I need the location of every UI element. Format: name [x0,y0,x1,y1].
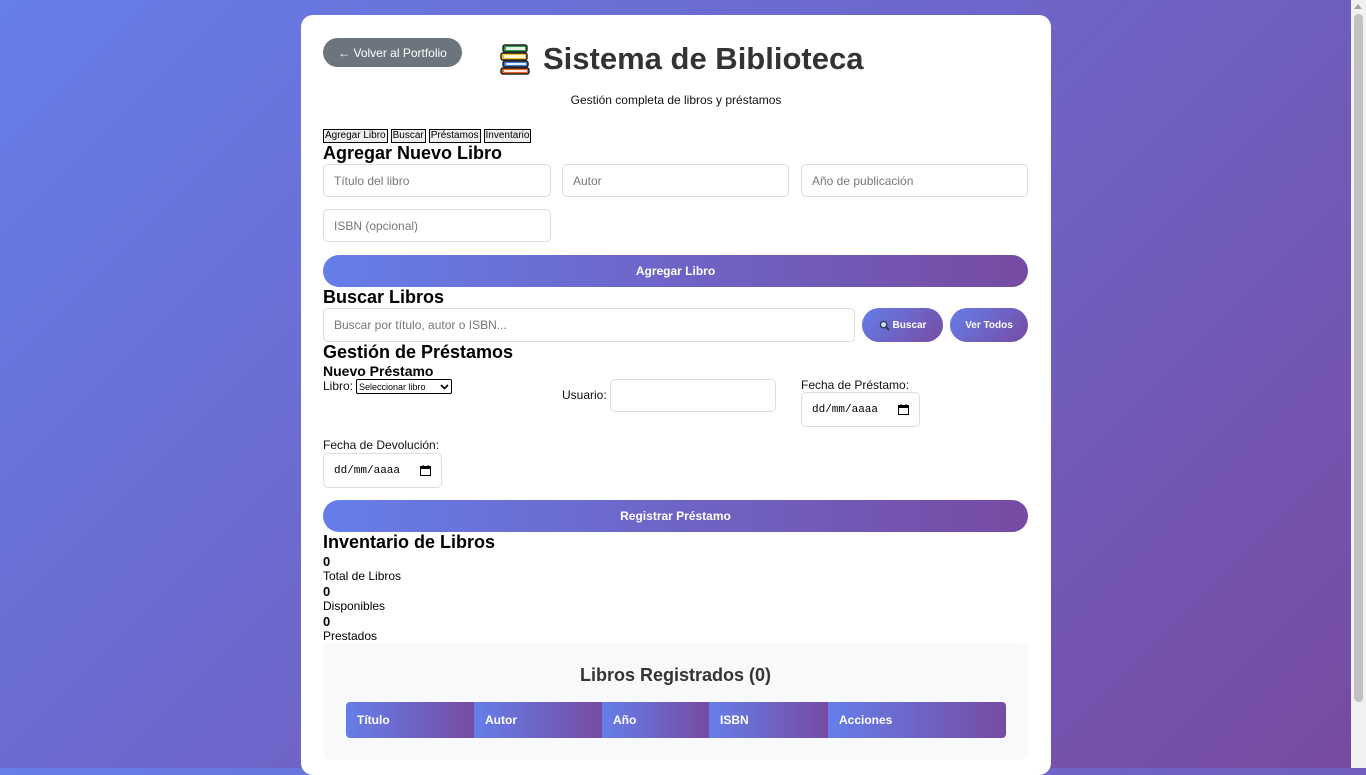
search-button-label: Buscar [892,319,927,331]
return-date-input[interactable]: dd/mm/aaaa [323,453,442,488]
book-year-input[interactable] [801,164,1028,197]
page-title: Sistema de Biblioteca [543,41,864,76]
loan-book-select[interactable]: Seleccionar libro [356,379,452,394]
tab-inventario[interactable]: Inventario [483,129,532,143]
loans-heading: Gestión de Préstamos [323,342,514,362]
add-book-button[interactable]: Agregar Libro [323,255,1028,287]
magnifier-icon [879,320,890,331]
return-date-value: dd/mm/aaaa [334,464,401,477]
total-books-label: Total de Libros [323,569,402,583]
section-tabs: Agregar Libro Buscar Préstamos Inventari… [323,129,532,143]
calendar-icon[interactable] [898,404,909,415]
loaned-books-label: Prestados [323,629,378,643]
back-to-portfolio-button[interactable]: ← Volver al Portfolio [323,38,462,67]
loan-user-input[interactable] [610,379,776,412]
show-all-button[interactable]: Ver Todos [950,308,1028,342]
registered-books-panel: Libros Registrados (0) Título Autor Año … [323,643,1028,760]
registered-books-title: Libros Registrados (0) [579,665,772,685]
search-button[interactable]: Buscar [862,308,943,342]
loan-date-input[interactable]: dd/mm/aaaa [801,392,920,427]
books-icon [500,44,530,75]
loan-book-select-value: Seleccionar libro [359,381,426,392]
loaned-books-count: 0 [323,614,331,629]
loan-date-label: Fecha de Préstamo: [801,378,910,392]
loan-date-value: dd/mm/aaaa [812,403,879,416]
library-app-card: ← Volver al Portfolio Sistema de Bibliot… [301,15,1051,775]
scroll-thumb[interactable] [1354,14,1363,702]
total-books-count: 0 [323,554,331,569]
page-scrollbar[interactable] [1351,0,1366,768]
scroll-up-arrow-icon[interactable] [1354,4,1362,9]
title-row: Sistema de Biblioteca [499,40,863,78]
column-header-acciones: Acciones [828,702,1006,738]
books-table-header: Título Autor Año ISBN Acciones [346,702,1006,738]
inventory-heading: Inventario de Libros [323,532,496,552]
available-books-count: 0 [323,584,331,599]
add-book-heading: Agregar Nuevo Libro [323,143,503,163]
tab-buscar[interactable]: Buscar [390,129,426,143]
calendar-icon[interactable] [420,465,431,476]
return-date-label: Fecha de Devolución: [323,438,440,452]
available-books-label: Disponibles [323,599,386,613]
book-title-input[interactable] [323,164,551,197]
chevron-down-icon [440,383,449,390]
loan-book-label: Libro: [323,379,354,393]
register-loan-button[interactable]: Registrar Préstamo [323,500,1028,532]
tab-agregar-libro[interactable]: Agregar Libro [323,129,388,143]
book-isbn-input[interactable] [323,209,551,242]
new-loan-heading: Nuevo Préstamo [323,363,434,379]
column-header-isbn: ISBN [709,702,828,738]
search-heading: Buscar Libros [323,287,445,307]
book-author-input[interactable] [562,164,789,197]
search-input[interactable] [323,308,855,342]
page-subtitle: Gestión completa de libros y préstamos [570,93,782,107]
column-header-anio: Año [602,702,709,738]
tab-prestamos[interactable]: Préstamos [428,129,481,143]
column-header-autor: Autor [474,702,602,738]
loan-user-label: Usuario: [562,388,607,402]
column-header-titulo: Título [346,702,474,738]
